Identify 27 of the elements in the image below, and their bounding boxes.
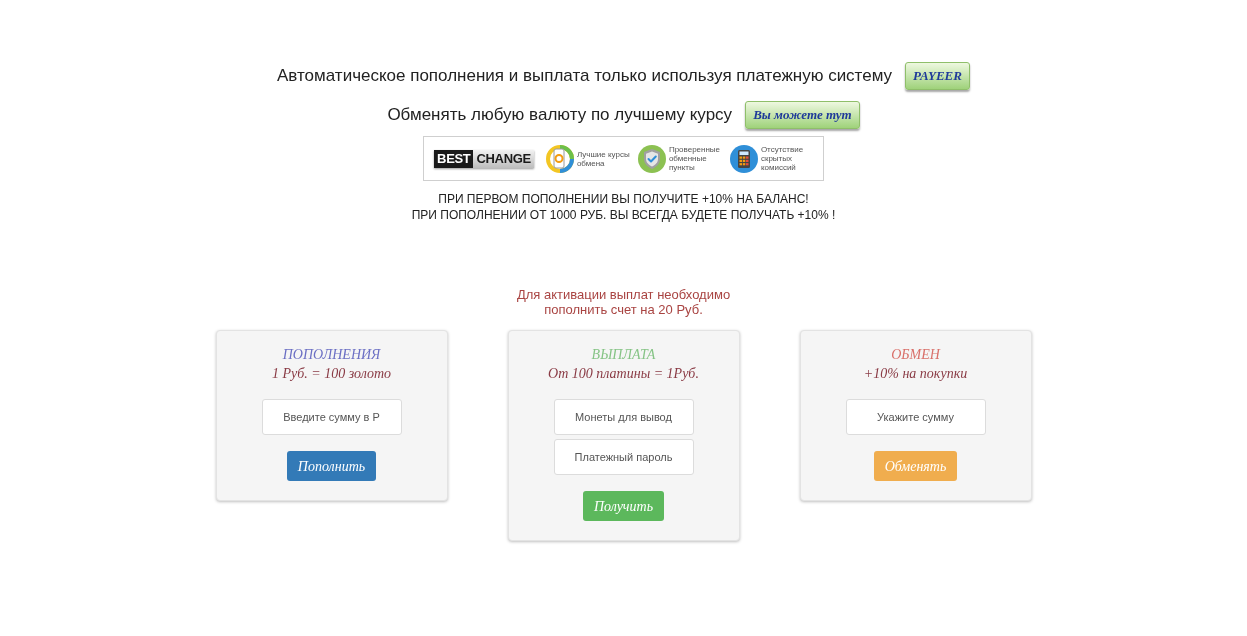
feature-text: Отсутствие скрытых комиссий xyxy=(760,145,805,172)
logo-wordmark: BEST xyxy=(434,149,474,168)
submit-button[interactable]: Пополнить xyxy=(286,451,377,481)
card-title: ПОПОЛНЕНИЯ xyxy=(282,346,381,364)
phone-icon xyxy=(545,144,574,173)
input-field[interactable]: Монеты для вывод xyxy=(553,399,694,435)
calculator-icon xyxy=(729,144,758,173)
feature-text: Лучшие курсы обмена xyxy=(576,149,631,168)
header-text: Обменять любую валюту по лучшему курсу xyxy=(387,105,733,125)
banner[interactable]: BEST CHANGE Лучшие курсы обмена Проверенные обменные пункты Отсутствие скрытых комиссий xyxy=(423,136,824,181)
link-button[interactable]: PAYEER xyxy=(905,62,970,90)
input-field[interactable]: Укажите сумму xyxy=(845,399,986,435)
card-subtitle: От 100 платины = 1Руб. xyxy=(548,365,699,383)
input-field[interactable]: Платежный пароль xyxy=(553,439,694,475)
card-title: ОБМЕН xyxy=(891,346,940,364)
header-text: Автоматическое пополнения и выплата только используя платежную систему xyxy=(277,66,893,86)
logo-wordmark: CHANGE xyxy=(473,149,534,168)
notice-text: ПРИ ПОПОЛНЕНИИ ОТ 1000 РУБ. ВЫ ВСЕГДА БУДЕТЕ ПОЛУЧАТЬ +10% ! xyxy=(411,207,836,223)
shield-check-icon xyxy=(637,144,666,173)
card-subtitle: 1 Руб. = 100 золото xyxy=(271,365,392,383)
feature-text: Проверенные обменные пункты xyxy=(668,145,722,172)
warning-text: Для активации выплат необходимо пополнить счет на 20 Руб. xyxy=(516,287,731,317)
link-button[interactable]: Вы можете тут xyxy=(745,101,860,129)
notice-text: ПРИ ПЕРВОМ ПОПОЛНЕНИИ ВЫ ПОЛУЧИТЕ +10% НА БАЛАНС! xyxy=(438,191,809,207)
card-title: ВЫПЛАТА xyxy=(591,346,656,364)
card-subtitle: +10% на покупки xyxy=(863,365,968,383)
input-field[interactable]: Введите сумму в Р xyxy=(261,399,402,435)
